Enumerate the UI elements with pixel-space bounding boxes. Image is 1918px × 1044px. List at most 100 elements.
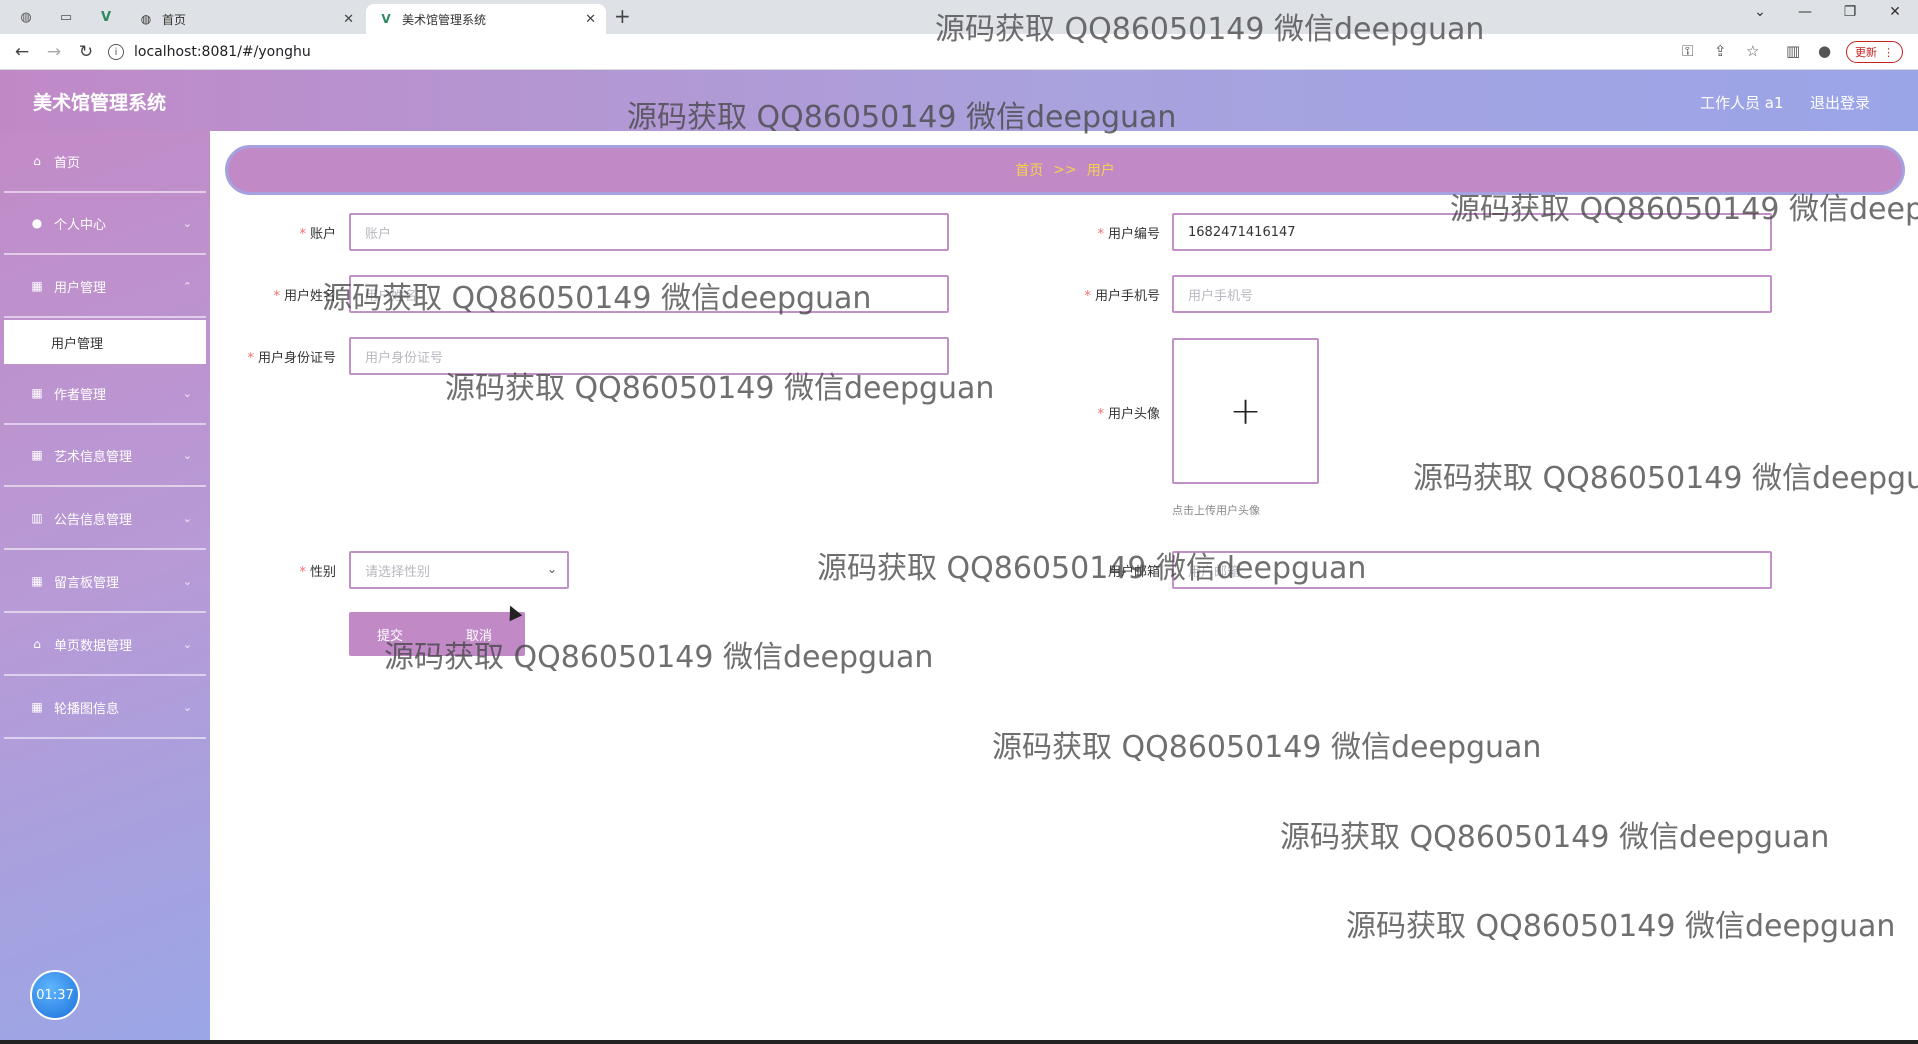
share-icon[interactable]: ⇪	[1714, 42, 1727, 60]
sidebar-item-messages[interactable]: ▦ 留言板管理 ⌄	[4, 551, 206, 613]
current-user: 工作人员 a1	[1700, 94, 1784, 112]
chevron-down-icon: ⌄	[182, 637, 192, 651]
email-placeholder: 用户邮箱	[1188, 564, 1241, 580]
close-icon[interactable]: ✕	[343, 12, 354, 27]
tab-label: 首页	[162, 12, 187, 27]
chevron-down-icon[interactable]: ⌄	[1740, 4, 1780, 20]
avatar-label: * 用户头像	[1097, 407, 1160, 422]
sidebar-item-art[interactable]: ▦ 艺术信息管理 ⌄	[4, 425, 206, 487]
grid-icon: ▦	[31, 700, 43, 714]
browser-tab-bar: ◍ ▭ V ◍ 首页 ✕ V 美术馆管理系统 ✕ + ⌄ — ❐ ✕	[0, 0, 1918, 34]
gender-placeholder: 请选择性别	[365, 564, 431, 580]
chart-icon: ▥	[31, 511, 43, 525]
sidebar-item-label: 轮播图信息	[54, 701, 120, 717]
sidebar-item-label: 艺术信息管理	[54, 449, 133, 465]
sidebar-item-carousel[interactable]: ▦ 轮播图信息 ⌄	[4, 677, 206, 739]
account-placeholder: 账户	[365, 226, 392, 242]
user-icon: ●	[31, 216, 43, 230]
chevron-down-icon: ⌄	[182, 511, 192, 525]
user-no-input[interactable]: 1682471416147	[1172, 213, 1772, 251]
tab-home[interactable]: ◍ 首页 ✕	[126, 4, 364, 34]
url-text: localhost:8081/#/yonghu	[134, 44, 311, 60]
account-input[interactable]: 账户	[349, 213, 949, 251]
back-icon[interactable]: ←	[10, 40, 34, 64]
user-id-card-input[interactable]: 用户身份证号	[349, 337, 949, 375]
chevron-up-icon: ⌃	[182, 279, 192, 293]
more-icon: ⋮	[1883, 45, 1894, 59]
grid-icon: ▦	[31, 386, 43, 400]
cancel-button[interactable]: 取消	[466, 625, 492, 644]
address-bar: ← → ↻ i localhost:8081/#/yonghu ⚿ ⇪ ☆ ▥ …	[0, 34, 1918, 70]
logout-link[interactable]: 退出登录	[1810, 92, 1870, 113]
user-phone-label: * 用户手机号	[1084, 289, 1160, 304]
watermark-text: 源码获取 QQ86050149 微信deepguan	[1280, 820, 1830, 855]
user-name-placeholder: 用户姓名	[365, 288, 418, 304]
sidebar-item-personal[interactable]: ● 个人中心 ⌄	[4, 193, 206, 255]
user-id-card-label: * 用户身份证号	[247, 351, 336, 366]
key-icon[interactable]: ⚿	[1682, 42, 1693, 60]
sidebar-item-label: 作者管理	[54, 387, 107, 403]
vue-favicon-icon[interactable]: V	[94, 6, 118, 28]
url-field[interactable]: i localhost:8081/#/yonghu	[108, 39, 1668, 65]
sidebar-subitem-users[interactable]: 用户管理	[4, 320, 206, 364]
taskbar-edge	[0, 1040, 1918, 1044]
reload-icon[interactable]: ↻	[74, 40, 98, 64]
email-input[interactable]: 用户邮箱	[1172, 551, 1772, 589]
app-header: 美术馆管理系统 工作人员 a1 退出登录	[0, 70, 1918, 131]
sidebar-item-label: 公告信息管理	[54, 512, 133, 528]
user-no-label: * 用户编号	[1097, 227, 1160, 242]
sidebar-item-authors[interactable]: ▦ 作者管理 ⌄	[4, 363, 206, 425]
sidebar-item-pages[interactable]: ⌂ 单页数据管理 ⌄	[4, 614, 206, 676]
avatar-uploader[interactable]: +	[1172, 338, 1319, 484]
user-phone-input[interactable]: 用户手机号	[1172, 275, 1772, 313]
update-button[interactable]: 更新 ⋮	[1846, 41, 1903, 63]
chevron-down-icon: ⌄	[182, 448, 192, 462]
star-icon[interactable]: ☆	[1746, 42, 1759, 60]
chevron-down-icon: ⌄	[182, 574, 192, 588]
sidebar-item-notices[interactable]: ▥ 公告信息管理 ⌄	[4, 488, 206, 550]
sidebar-item-label: 首页	[54, 155, 81, 171]
clock-widget: 01:37	[30, 970, 80, 1020]
user-no-value: 1682471416147	[1188, 224, 1296, 240]
globe-icon: ◍	[140, 12, 152, 26]
sidebar-subitem-label: 用户管理	[51, 336, 104, 352]
minimize-icon[interactable]: —	[1785, 4, 1825, 20]
watermark-text: 源码获取 QQ86050149 微信deepguan	[1346, 909, 1896, 944]
account-label: * 账户	[299, 227, 336, 242]
chevron-down-icon: ⌄	[182, 216, 192, 230]
breadcrumb-current: 用户	[1086, 163, 1115, 179]
app-title: 美术馆管理系统	[33, 92, 167, 114]
sidepanel-icon[interactable]: ▥	[1786, 42, 1800, 60]
user-name-label: * 用户姓名	[273, 289, 336, 304]
submit-button[interactable]: 提交	[377, 625, 403, 644]
breadcrumb-separator: >>	[1053, 162, 1077, 178]
forward-icon[interactable]: →	[42, 40, 66, 64]
sidebar-item-users[interactable]: ▦ 用户管理 ⌃	[4, 256, 206, 318]
user-name-input[interactable]: 用户姓名	[349, 275, 949, 313]
close-window-icon[interactable]: ✕	[1875, 4, 1915, 20]
window-icon[interactable]: ▭	[54, 6, 78, 28]
user-id-card-placeholder: 用户身份证号	[365, 350, 444, 366]
grid-icon: ▦	[31, 574, 43, 588]
grid-icon: ▦	[31, 279, 43, 293]
restore-icon[interactable]: ❐	[1830, 4, 1870, 20]
tab-admin[interactable]: V 美术馆管理系统 ✕	[366, 4, 606, 34]
breadcrumb: 首页 >> 用户	[225, 145, 1905, 195]
avatar-upload-hint: 点击上传用户头像	[1172, 504, 1260, 517]
vue-favicon-icon: V	[381, 12, 391, 26]
chevron-down-icon: ⌄	[546, 562, 557, 576]
chevron-down-icon: ⌄	[182, 700, 192, 714]
watermark-text: 源码获取 QQ86050149 微信deepguan	[1413, 461, 1918, 496]
grid-icon: ▦	[31, 448, 43, 462]
gender-label: * 性别	[299, 565, 336, 580]
profile-icon[interactable]: ●	[1818, 42, 1831, 60]
sidebar-item-home[interactable]: ⌂ 首页	[4, 131, 206, 193]
new-tab-icon[interactable]: +	[614, 4, 631, 28]
close-icon[interactable]: ✕	[585, 12, 596, 27]
info-icon[interactable]: i	[108, 44, 124, 60]
globe-icon[interactable]: ◍	[14, 6, 38, 28]
form-actions: 提交 取消	[349, 612, 525, 656]
breadcrumb-home[interactable]: 首页	[1015, 160, 1043, 180]
gender-select[interactable]: 请选择性别 ⌄	[349, 551, 569, 589]
plus-icon: +	[1229, 389, 1262, 433]
